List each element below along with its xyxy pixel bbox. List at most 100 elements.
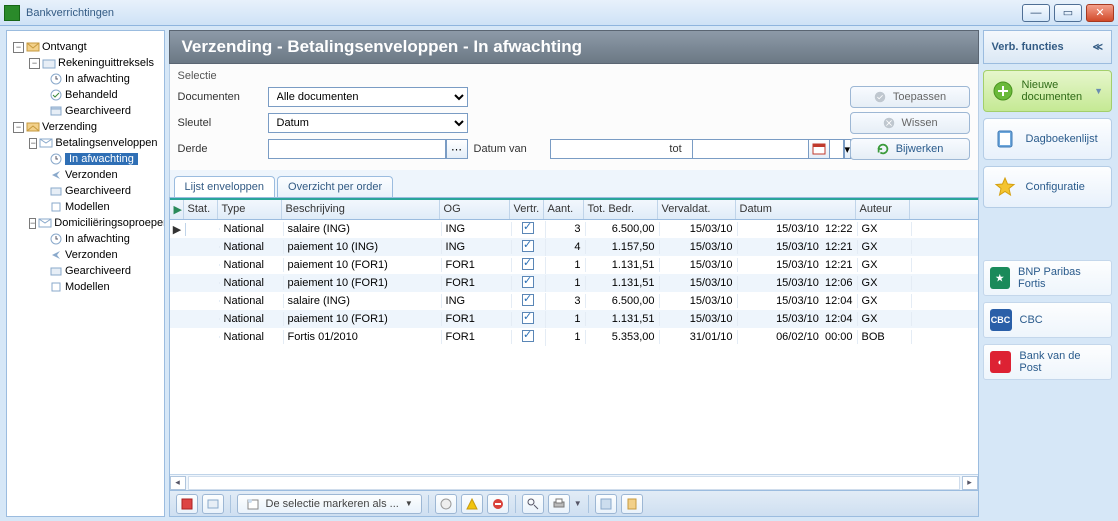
checkbox-icon[interactable] <box>522 294 534 306</box>
filter-section-label: Selectie <box>178 70 970 82</box>
close-button[interactable]: ✕ <box>1086 4 1114 22</box>
tree-node-domicilieringsoproepen[interactable]: − Domiciliëringsoproepen <box>27 215 160 231</box>
collapse-icon[interactable]: − <box>29 138 37 149</box>
grid-header[interactable]: ▶ Stat. Type Beschrijving OG Vertr. Aant… <box>170 198 978 220</box>
tab-list-envelopes[interactable]: Lijst enveloppen <box>174 176 276 197</box>
third-input[interactable] <box>268 139 446 159</box>
third-lookup-button[interactable]: ⋯ <box>446 139 468 159</box>
refresh-button[interactable]: Bijwerken <box>850 138 970 160</box>
date-to-label: tot <box>666 143 686 155</box>
col-bedr[interactable]: Tot. Bedr. <box>584 200 658 219</box>
table-row[interactable]: Nationalpaiement 10 (FOR1)FOR111.131,511… <box>170 310 978 328</box>
table-row[interactable]: Nationalpaiement 10 (FOR1)FOR111.131,511… <box>170 274 978 292</box>
collapse-icon[interactable]: − <box>13 42 24 53</box>
tree-leaf[interactable]: In afwachting <box>47 231 160 247</box>
table-row[interactable]: Nationalpaiement 10 (FOR1)FOR111.131,511… <box>170 256 978 274</box>
key-select[interactable]: Datum <box>268 113 468 133</box>
col-aant[interactable]: Aant. <box>544 200 584 219</box>
collapse-icon[interactable]: − <box>29 218 36 229</box>
tool-delete-icon[interactable] <box>487 494 509 514</box>
tree-node-verzending[interactable]: − Verzending <box>11 119 160 135</box>
new-documents-button[interactable]: Nieuwe documenten ▼ <box>983 70 1112 112</box>
mark-selection-button[interactable]: De selectie markeren als ... ▼ <box>237 494 422 514</box>
archive-icon <box>49 184 63 198</box>
tree-node-ontvangt[interactable]: − Ontvangt <box>11 39 160 55</box>
checkbox-icon[interactable] <box>522 330 534 342</box>
calendar-button[interactable] <box>808 139 830 159</box>
bank-logo-icon: ◐ <box>990 351 1012 373</box>
tree-leaf-selected[interactable]: In afwachting <box>47 151 160 167</box>
journals-button[interactable]: Dagboekenlijst <box>983 118 1112 160</box>
bank-shortcut[interactable]: ◐ Bank van de Post <box>983 344 1112 380</box>
tool-icon[interactable] <box>202 494 224 514</box>
plus-icon <box>992 78 1014 104</box>
bank-shortcut[interactable]: ★ BNP Paribas Fortis <box>983 260 1112 296</box>
config-button[interactable]: Configuratie <box>983 166 1112 208</box>
col-vertr[interactable]: Vertr. <box>510 200 544 219</box>
envelope-icon <box>38 216 52 230</box>
table-row[interactable]: NationalFortis 01/2010FOR115.353,0031/01… <box>170 328 978 346</box>
scroll-right-button[interactable]: ▸ <box>962 476 978 490</box>
apply-button[interactable]: Toepassen <box>850 86 970 108</box>
table-row[interactable]: Nationalsalaire (ING)ING36.500,0015/03/1… <box>170 292 978 310</box>
star-icon <box>992 174 1018 200</box>
navigation-tree[interactable]: − Ontvangt − Rekeninguittreksels In afwa… <box>6 30 165 517</box>
collapse-icon[interactable]: − <box>29 58 40 69</box>
col-verval[interactable]: Vervaldat. <box>658 200 736 219</box>
tool-icon[interactable] <box>595 494 617 514</box>
col-stat[interactable]: Stat. <box>184 200 218 219</box>
tree-leaf[interactable]: In afwachting <box>47 71 160 87</box>
tree-leaf[interactable]: Verzonden <box>47 247 160 263</box>
bank-logo-icon: CBC <box>990 309 1012 331</box>
sent-icon <box>49 168 63 182</box>
page-title: Verzending - Betalingsenveloppen - In af… <box>169 30 979 64</box>
scroll-left-button[interactable]: ◂ <box>170 476 186 490</box>
folder-icon <box>42 56 56 70</box>
bottom-toolbar: De selectie markeren als ... ▼ ▼ <box>169 491 979 517</box>
col-auteur[interactable]: Auteur <box>856 200 910 219</box>
col-type[interactable]: Type <box>218 200 282 219</box>
checkbox-icon[interactable] <box>522 312 534 324</box>
tree-leaf[interactable]: Gearchiveerd <box>47 263 160 279</box>
table-row[interactable]: Nationalpaiement 10 (ING)ING41.157,5015/… <box>170 238 978 256</box>
app-icon <box>4 5 20 21</box>
model-icon <box>49 200 63 214</box>
tree-node-rekeninguittreksels[interactable]: − Rekeninguittreksels <box>27 55 160 71</box>
documents-select[interactable]: Alle documenten <box>268 87 468 107</box>
table-row[interactable]: ▶Nationalsalaire (ING)ING36.500,0015/03/… <box>170 220 978 238</box>
tree-leaf[interactable]: Gearchiveerd <box>47 103 160 119</box>
col-og[interactable]: OG <box>440 200 510 219</box>
col-desc[interactable]: Beschrijving <box>282 200 440 219</box>
tree-leaf[interactable]: Verzonden <box>47 167 160 183</box>
checkbox-icon[interactable] <box>522 276 534 288</box>
tree-leaf[interactable]: Modellen <box>47 199 160 215</box>
col-datum[interactable]: Datum <box>736 200 856 219</box>
clear-button[interactable]: Wissen <box>850 112 970 134</box>
checkbox-icon[interactable] <box>522 240 534 252</box>
horizontal-scrollbar[interactable]: ◂ ▸ <box>170 474 978 490</box>
minimize-button[interactable]: — <box>1022 4 1050 22</box>
collapse-icon[interactable]: − <box>13 122 24 133</box>
data-grid: ▶ Stat. Type Beschrijving OG Vertr. Aant… <box>169 197 979 491</box>
clock-icon <box>49 152 63 166</box>
tool-print-icon[interactable] <box>548 494 570 514</box>
tool-icon[interactable] <box>435 494 457 514</box>
chevron-down-icon: ▼ <box>1094 86 1103 96</box>
maximize-button[interactable]: ▭ <box>1054 4 1082 22</box>
tool-icon[interactable] <box>176 494 198 514</box>
tree-node-betalingsenveloppen[interactable]: − Betalingsenveloppen <box>27 135 160 151</box>
tab-overview-per-order[interactable]: Overzicht per order <box>277 176 393 197</box>
row-selector-header[interactable]: ▶ <box>170 200 184 219</box>
tree-leaf[interactable]: Gearchiveerd <box>47 183 160 199</box>
tree-leaf[interactable]: Behandeld <box>47 87 160 103</box>
tool-icon[interactable] <box>461 494 483 514</box>
collapse-icon[interactable]: ≪ <box>1093 42 1103 53</box>
key-label: Sleutel <box>178 117 262 129</box>
checkbox-icon[interactable] <box>522 258 534 270</box>
checkbox-icon[interactable] <box>522 222 534 234</box>
tool-icon[interactable] <box>522 494 544 514</box>
bank-shortcut[interactable]: CBC CBC <box>983 302 1112 338</box>
tree-leaf[interactable]: Modellen <box>47 279 160 295</box>
clock-icon <box>49 232 63 246</box>
tool-icon[interactable] <box>621 494 643 514</box>
